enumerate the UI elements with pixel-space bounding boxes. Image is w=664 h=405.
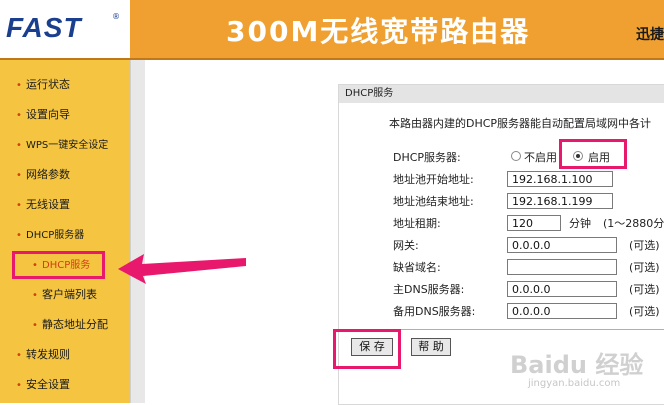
end-address-input[interactable]: 192.168.1.199 bbox=[507, 193, 613, 209]
lease-unit: 分钟 bbox=[569, 217, 591, 230]
bullet-icon: • bbox=[16, 170, 22, 181]
sidebar-item-network[interactable]: • 网络参数 bbox=[16, 163, 70, 187]
sidebar-item-label: 转发规则 bbox=[26, 348, 70, 361]
sidebar-item-label: 无线设置 bbox=[26, 198, 70, 211]
sidebar-item-wizard[interactable]: • 设置向导 bbox=[16, 103, 70, 127]
watermark-logo: Baidu 经验 bbox=[510, 351, 644, 379]
panel-description: 本路由器内建的DHCP服务器能自动配置局域网中各计 bbox=[389, 117, 652, 130]
primary-dns-optional-hint: (可选) bbox=[629, 283, 660, 296]
header-bar: FAST ® 300M无线宽带路由器 迅捷 bbox=[0, 0, 664, 58]
lease-input[interactable]: 120 bbox=[507, 215, 561, 231]
lease-hint: (1～2880分 bbox=[603, 217, 664, 230]
primary-dns-input[interactable]: 0.0.0.0 bbox=[507, 281, 617, 297]
enable-radio-highlight bbox=[559, 139, 627, 169]
sidebar-item-dhcp-server[interactable]: • DHCP服务器 bbox=[16, 223, 84, 247]
logo-text: FAST bbox=[6, 12, 82, 43]
secondary-dns-input[interactable]: 0.0.0.0 bbox=[507, 303, 617, 319]
primary-dns-label: 主DNS服务器: bbox=[393, 283, 465, 296]
dhcp-disable-label: 不启用 bbox=[524, 151, 557, 164]
lease-label: 地址租期: bbox=[393, 217, 441, 230]
bullet-icon: • bbox=[16, 110, 22, 121]
start-address-label: 地址池开始地址: bbox=[393, 173, 474, 186]
sidebar-item-label: 网络参数 bbox=[26, 168, 70, 181]
sidebar-item-label: 安全设置 bbox=[26, 378, 70, 391]
sidebar-item-label: 运行状态 bbox=[26, 78, 70, 91]
dhcp-disable-radio[interactable] bbox=[511, 151, 521, 161]
panel-title: DHCP服务 bbox=[339, 85, 664, 103]
logo: FAST ® bbox=[0, 0, 130, 58]
secondary-dns-optional-hint: (可选) bbox=[629, 305, 660, 318]
sidebar-item-security[interactable]: • 安全设置 bbox=[16, 373, 70, 397]
sidebar-item-label: 静态地址分配 bbox=[42, 318, 108, 331]
sidebar-scrollbar[interactable] bbox=[130, 60, 145, 403]
domain-input[interactable] bbox=[507, 259, 617, 275]
domain-optional-hint: (可选) bbox=[629, 261, 660, 274]
start-address-input[interactable]: 192.168.1.100 bbox=[507, 171, 613, 187]
sidebar-item-wireless[interactable]: • 无线设置 bbox=[16, 193, 70, 217]
sidebar-item-label: DHCP服务器 bbox=[26, 230, 85, 241]
bullet-icon: • bbox=[32, 290, 38, 301]
bullet-icon: • bbox=[16, 230, 22, 241]
gateway-input[interactable]: 0.0.0.0 bbox=[507, 237, 617, 253]
sidebar-item-static-address[interactable]: • 静态地址分配 bbox=[32, 313, 108, 337]
help-button[interactable]: 帮 助 bbox=[411, 338, 451, 356]
logo-registered-mark: ® bbox=[112, 12, 120, 21]
active-item-highlight bbox=[12, 251, 105, 279]
save-button-highlight bbox=[333, 329, 401, 369]
sidebar-item-label: 客户端列表 bbox=[42, 288, 97, 301]
bullet-icon: • bbox=[16, 350, 22, 361]
bullet-icon: • bbox=[16, 380, 22, 391]
secondary-dns-label: 备用DNS服务器: bbox=[393, 305, 476, 318]
bullet-icon: • bbox=[16, 200, 22, 211]
end-address-label: 地址池结束地址: bbox=[393, 195, 474, 208]
gateway-optional-hint: (可选) bbox=[629, 239, 660, 252]
bullet-icon: • bbox=[16, 140, 22, 151]
header-title: 300M无线宽带路由器 bbox=[226, 15, 531, 48]
watermark-url: jingyan.baidu.com bbox=[528, 378, 621, 389]
gateway-label: 网关: bbox=[393, 239, 419, 252]
sidebar-item-forwarding[interactable]: • 转发规则 bbox=[16, 343, 70, 367]
bullet-icon: • bbox=[32, 320, 38, 331]
header-brand: 迅捷 bbox=[636, 27, 664, 43]
sidebar-item-wps[interactable]: • WPS一键安全设定 bbox=[16, 133, 108, 157]
pointer-arrow-icon bbox=[118, 254, 246, 284]
sidebar-item-status[interactable]: • 运行状态 bbox=[16, 73, 70, 97]
dhcp-server-label: DHCP服务器: bbox=[393, 151, 461, 164]
sidebar-item-client-list[interactable]: • 客户端列表 bbox=[32, 283, 97, 307]
sidebar-item-label: WPS一键安全设定 bbox=[26, 140, 109, 151]
sidebar-item-label: 设置向导 bbox=[26, 108, 70, 121]
domain-label: 缺省域名: bbox=[393, 261, 441, 274]
bullet-icon: • bbox=[16, 80, 22, 91]
